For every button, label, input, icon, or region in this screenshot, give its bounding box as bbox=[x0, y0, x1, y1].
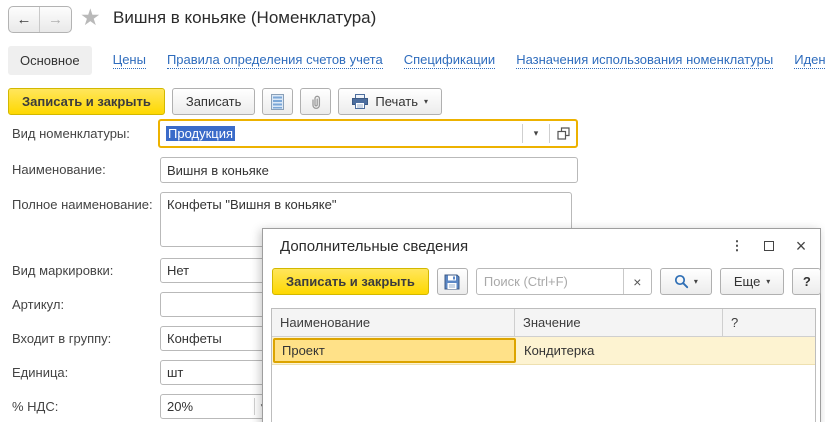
save-button[interactable]: Записать bbox=[172, 88, 256, 115]
name-value: Вишня в коньяке bbox=[161, 163, 577, 178]
item-kind-dropdown-button[interactable]: ▾ bbox=[523, 128, 549, 139]
forward-button[interactable]: → bbox=[40, 7, 71, 32]
close-button[interactable]: × bbox=[792, 236, 810, 256]
additional-info-table: Наименование Значение ? Проект Кондитерк… bbox=[271, 308, 816, 422]
item-kind-label: Вид номенклатуры: bbox=[12, 119, 130, 148]
print-label: Печать bbox=[375, 94, 418, 109]
tab-usage-purposes[interactable]: Назначения использования номенклатуры bbox=[516, 52, 773, 69]
kebab-menu-button[interactable]: ⋮ bbox=[728, 236, 746, 256]
back-button[interactable]: ← bbox=[9, 7, 40, 32]
column-header-value[interactable]: Значение bbox=[515, 309, 723, 336]
cell-question[interactable] bbox=[724, 337, 815, 364]
floppy-disk-icon bbox=[444, 274, 460, 290]
show-in-list-button[interactable] bbox=[262, 88, 293, 115]
help-button[interactable]: ? bbox=[792, 268, 821, 295]
marking-kind-label: Вид маркировки: bbox=[12, 258, 113, 283]
dialog-toolbar: Записать и закрыть Поиск (Ctrl+F) × bbox=[272, 268, 821, 295]
item-kind-open-button[interactable] bbox=[550, 127, 576, 140]
paperclip-icon bbox=[308, 94, 324, 110]
vat-label: % НДС: bbox=[12, 394, 58, 419]
additional-info-dialog: Дополнительные сведения ⋮ × Записать и з… bbox=[262, 228, 821, 422]
more-label: Еще bbox=[734, 274, 760, 289]
save-label: Записать bbox=[186, 94, 242, 109]
chevron-down-icon: ▾ bbox=[766, 277, 770, 286]
tab-prices[interactable]: Цены bbox=[113, 52, 146, 69]
dialog-titlebar[interactable]: Дополнительные сведения ⋮ × bbox=[263, 229, 820, 267]
search-options-button[interactable]: ▾ bbox=[660, 268, 712, 295]
maximize-button[interactable] bbox=[760, 236, 778, 256]
chevron-down-icon: ▾ bbox=[694, 277, 698, 286]
article-label: Артикул: bbox=[12, 292, 64, 317]
search-group: Поиск (Ctrl+F) × bbox=[476, 268, 652, 295]
attachments-button[interactable] bbox=[300, 88, 331, 115]
cell-property-value[interactable]: Кондитерка bbox=[516, 337, 724, 364]
dialog-save-close-button[interactable]: Записать и закрыть bbox=[272, 268, 429, 295]
print-button[interactable]: Печать ▾ bbox=[338, 88, 442, 115]
table-row[interactable]: Проект Кондитерка bbox=[272, 337, 815, 365]
item-kind-input[interactable]: Продукция ▾ bbox=[158, 119, 578, 148]
vat-input[interactable]: 20% ▾ bbox=[160, 394, 272, 419]
help-label: ? bbox=[803, 274, 811, 289]
maximize-icon bbox=[764, 241, 774, 251]
dialog-save-button[interactable] bbox=[437, 268, 468, 295]
save-close-button[interactable]: Записать и закрыть bbox=[8, 88, 165, 115]
tab-bar: Основное Цены Правила определения счетов… bbox=[8, 45, 825, 75]
main-window: { "colors": { "accent_yellow": "#fed800"… bbox=[0, 0, 825, 422]
tab-identifiers[interactable]: Идентифи bbox=[794, 52, 825, 69]
save-close-label: Записать и закрыть bbox=[22, 94, 151, 109]
list-icon bbox=[271, 94, 284, 110]
column-header-question[interactable]: ? bbox=[723, 309, 815, 336]
tab-account-rules[interactable]: Правила определения счетов учета bbox=[167, 52, 383, 69]
page-title: Вишня в коньяке (Номенклатура) bbox=[113, 8, 376, 28]
name-label: Наименование: bbox=[12, 157, 106, 183]
more-button[interactable]: Еще ▾ bbox=[720, 268, 784, 295]
history-nav: ← → bbox=[8, 6, 72, 33]
unit-label: Единица: bbox=[12, 360, 68, 385]
full-name-label: Полное наименование: bbox=[12, 196, 153, 214]
open-form-icon bbox=[557, 127, 570, 140]
tab-main[interactable]: Основное bbox=[8, 46, 92, 75]
item-kind-value: Продукция bbox=[166, 126, 235, 141]
dialog-window-controls: ⋮ × bbox=[728, 236, 810, 256]
printer-icon bbox=[352, 94, 368, 109]
full-name-value: Конфеты "Вишня в коньяке" bbox=[161, 193, 571, 216]
tab-specifications[interactable]: Спецификации bbox=[404, 52, 496, 69]
dialog-save-close-label: Записать и закрыть bbox=[286, 274, 415, 289]
table-header-row: Наименование Значение ? bbox=[272, 309, 815, 337]
group-label: Входит в группу: bbox=[12, 326, 111, 351]
favorite-star-icon[interactable]: ★ bbox=[80, 4, 101, 31]
main-toolbar: Записать и закрыть Записать bbox=[8, 88, 442, 115]
column-header-name[interactable]: Наименование bbox=[272, 309, 515, 336]
cell-property-name[interactable]: Проект bbox=[273, 338, 516, 363]
magnifier-icon bbox=[674, 274, 689, 289]
vat-value: 20% bbox=[161, 399, 254, 414]
chevron-down-icon: ▾ bbox=[424, 97, 428, 106]
search-input[interactable]: Поиск (Ctrl+F) bbox=[477, 269, 623, 294]
search-clear-button[interactable]: × bbox=[623, 269, 651, 294]
dialog-title: Дополнительные сведения bbox=[280, 238, 468, 255]
name-input[interactable]: Вишня в коньяке bbox=[160, 157, 578, 183]
